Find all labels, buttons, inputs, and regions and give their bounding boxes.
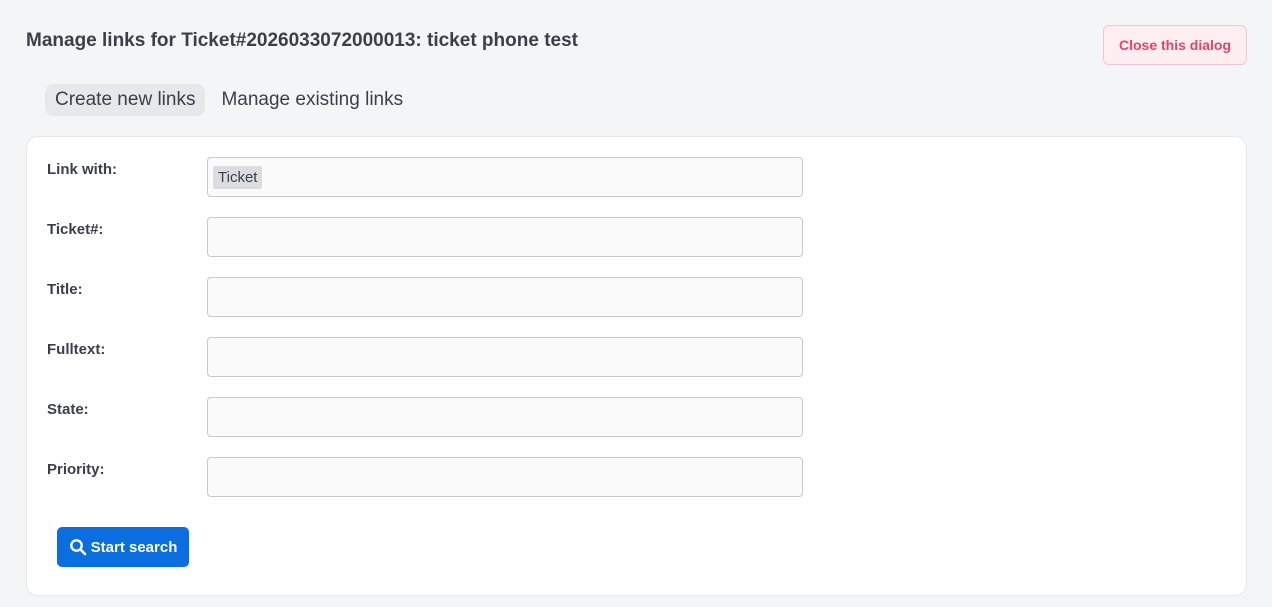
- selected-object-tag[interactable]: Ticket: [213, 165, 263, 189]
- state-row: State:: [27, 397, 1246, 437]
- ticket-number-input[interactable]: [207, 217, 803, 257]
- title-input[interactable]: [207, 277, 803, 317]
- title-label: Title:: [47, 281, 83, 298]
- tab-create-new-links[interactable]: Create new links: [45, 84, 206, 116]
- link-with-select[interactable]: Ticket: [207, 157, 803, 197]
- priority-row: Priority:: [27, 457, 1246, 497]
- manage-links-dialog: Manage links for Ticket#2026033072000013…: [0, 0, 1272, 607]
- tab-bar: Create new links Manage existing links: [45, 84, 413, 116]
- start-search-label: Start search: [90, 538, 178, 556]
- ticket-number-label: Ticket#:: [47, 221, 104, 238]
- start-search-button[interactable]: Start search: [57, 527, 189, 567]
- fulltext-label: Fulltext:: [47, 341, 106, 358]
- tab-manage-existing-links[interactable]: Manage existing links: [211, 84, 413, 116]
- fulltext-row: Fulltext:: [27, 337, 1246, 377]
- close-dialog-button[interactable]: Close this dialog: [1103, 25, 1247, 65]
- search-icon: [69, 538, 87, 556]
- dialog-title: Manage links for Ticket#2026033072000013…: [26, 30, 578, 51]
- link-with-row: Link with: Ticket: [27, 157, 1246, 197]
- link-with-label: Link with:: [47, 161, 117, 178]
- title-row: Title:: [27, 277, 1246, 317]
- fulltext-input[interactable]: [207, 337, 803, 377]
- priority-label: Priority:: [47, 461, 105, 478]
- state-label: State:: [47, 401, 89, 418]
- create-links-panel: Link with: Ticket Ticket#: Title: Fullte…: [26, 136, 1247, 596]
- state-input[interactable]: [207, 397, 803, 437]
- priority-input[interactable]: [207, 457, 803, 497]
- ticket-number-row: Ticket#:: [27, 217, 1246, 257]
